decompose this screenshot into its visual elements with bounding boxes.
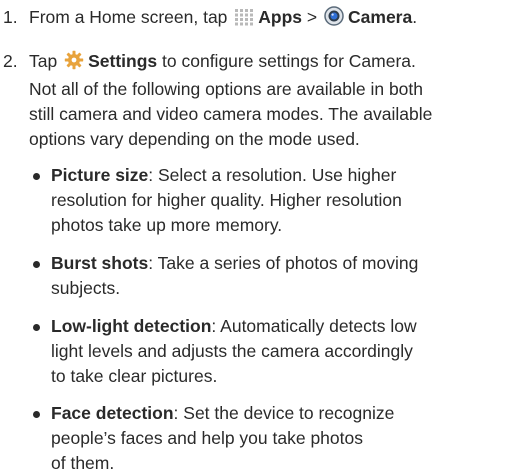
step-1-suffix: . xyxy=(412,7,418,27)
step-2-prefix: Tap xyxy=(29,51,58,71)
apps-label: Apps xyxy=(258,7,303,27)
instruction-document: 1. From a Home screen, tap Apps > Camera… xyxy=(0,0,517,475)
apps-grid-icon xyxy=(234,8,254,33)
option-line: photos take up more memory. xyxy=(51,215,283,235)
step-number: 2. xyxy=(3,51,18,71)
camera-label: Camera xyxy=(348,7,413,27)
step-number: 1. xyxy=(3,7,18,27)
option-term: Burst shots xyxy=(51,253,149,273)
step-text: From a Home screen, tap Apps > Camera. xyxy=(29,5,515,33)
option-line: to take clear pictures. xyxy=(51,366,218,386)
bullet-dot xyxy=(33,261,40,268)
bullet-dot xyxy=(33,324,40,331)
camera-app-icon xyxy=(324,6,344,33)
option-text: Burst shots: Take a series of photos of … xyxy=(51,251,513,301)
option-term: Picture size xyxy=(51,165,149,185)
bullet-dot xyxy=(33,411,40,418)
settings-gear-icon xyxy=(64,50,84,77)
step-2-line: options vary depending on the mode used. xyxy=(29,129,360,149)
option-text: Low-light detection: Automatically detec… xyxy=(51,314,513,389)
option-line: people’s faces and help you take photos xyxy=(51,428,363,448)
step-2-line: to configure settings for Camera. xyxy=(162,51,416,71)
bullet-dot xyxy=(33,173,40,180)
option-term: Face detection xyxy=(51,403,174,423)
step-1-prefix: From a Home screen, tap xyxy=(29,7,228,27)
step-2-line: Not all of the following options are ava… xyxy=(29,79,423,99)
menu-separator: > xyxy=(306,7,318,27)
settings-label: Settings xyxy=(88,51,158,71)
option-term: Low-light detection xyxy=(51,316,212,336)
option-line: of them. xyxy=(51,453,115,473)
option-line: subjects. xyxy=(51,278,121,298)
option-line: : Select a resolution. Use higher xyxy=(148,165,397,185)
option-text: Picture size: Select a resolution. Use h… xyxy=(51,163,513,238)
option-line: : Automatically detects low xyxy=(211,316,417,336)
option-line: : Take a series of photos of moving xyxy=(148,253,419,273)
option-line: resolution for higher quality. Higher re… xyxy=(51,190,402,210)
option-line: light levels and adjusts the camera acco… xyxy=(51,341,413,361)
option-text: Face detection: Set the device to recogn… xyxy=(51,401,513,476)
step-2-line: still camera and video camera modes. The… xyxy=(29,104,433,124)
option-line: : Set the device to recognize xyxy=(173,403,395,423)
step-text: Tap Settings to configure settings for C… xyxy=(29,49,515,152)
